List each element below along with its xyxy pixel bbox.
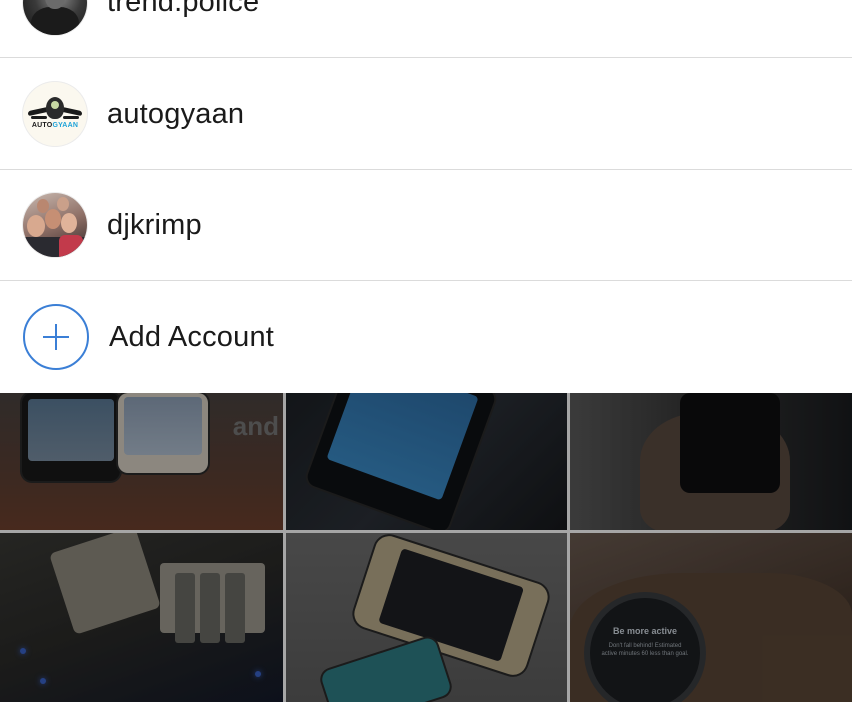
autogyaan-logo-text: AUTOGYAAN	[31, 122, 79, 129]
instagram-account-switcher: trend.police AUTOGYAAN autogyaan djkrimp…	[0, 0, 852, 702]
autogyaan-logo-avatar: AUTOGYAAN	[23, 82, 87, 146]
account-username: trend.police	[107, 0, 260, 18]
account-username: djkrimp	[107, 208, 202, 241]
account-row-autogyaan[interactable]: AUTOGYAAN autogyaan	[0, 59, 852, 170]
djkrimp-group-avatar	[23, 193, 87, 257]
account-switcher-sheet: trend.police AUTOGYAAN autogyaan djkrimp…	[0, 0, 852, 393]
modal-dim-overlay[interactable]	[0, 393, 852, 702]
account-username: autogyaan	[107, 97, 245, 130]
account-row-trend-police[interactable]: trend.police	[0, 0, 852, 58]
add-account-label: Add Account	[109, 320, 275, 353]
add-account-button[interactable]: Add Account	[0, 281, 852, 393]
trend-police-avatar	[23, 0, 87, 35]
plus-circle-icon	[23, 304, 89, 370]
account-row-djkrimp[interactable]: djkrimp	[0, 170, 852, 281]
